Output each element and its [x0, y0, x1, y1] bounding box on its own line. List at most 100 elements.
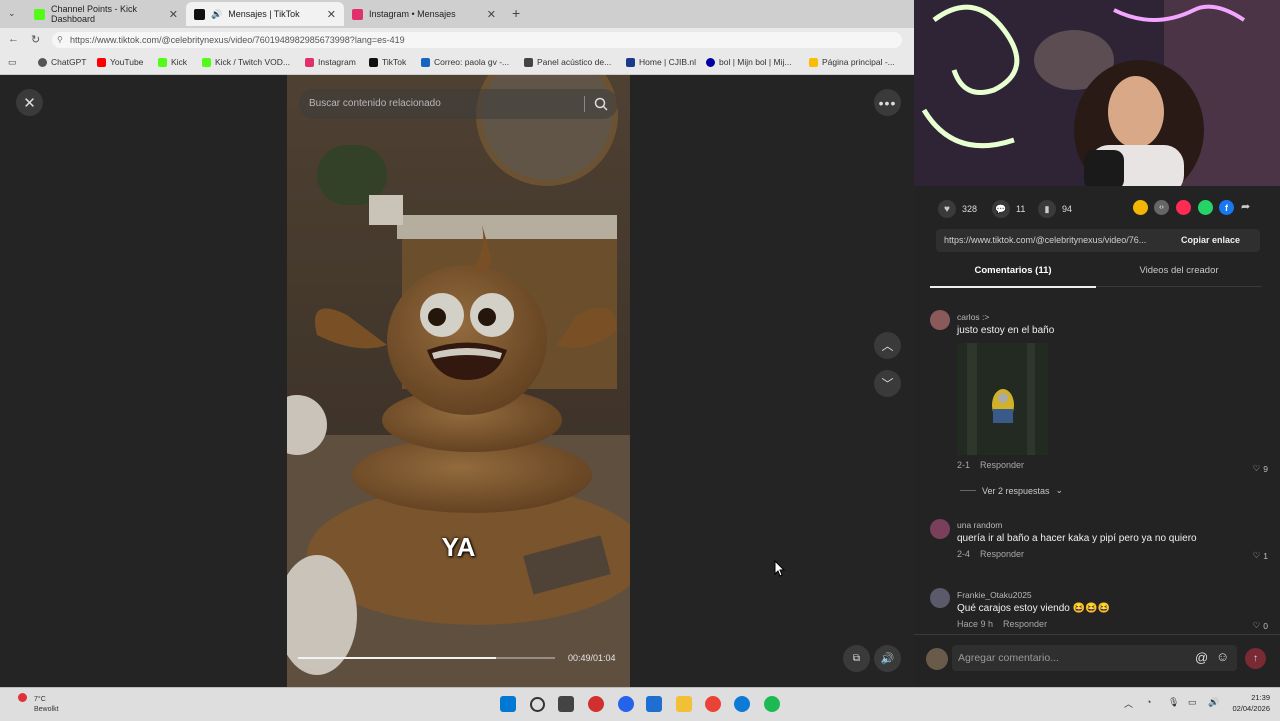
post-comment-button[interactable]: ↑ [1245, 648, 1266, 669]
emoji-icon[interactable]: ☺ [1216, 649, 1229, 664]
bookmark-chatgpt[interactable]: ChatGPT [38, 57, 86, 67]
new-tab-plus-icon[interactable]: + [512, 5, 520, 21]
reply-button[interactable]: Responder [980, 549, 1024, 559]
bookmark-bol[interactable]: bol | Mijn bol | Mij... [706, 57, 791, 67]
avatar[interactable] [930, 588, 950, 608]
url-field[interactable]: ⚲ https://www.tiktok.com/@celebritynexus… [52, 32, 902, 48]
close-viewer-button[interactable]: ✕ [16, 89, 43, 116]
current-user-avatar[interactable] [926, 648, 948, 670]
arrow-up-icon: ↑ [1253, 653, 1258, 664]
address-bar-row: ← ↻ ⚲ https://www.tiktok.com/@celebrityn… [0, 28, 914, 52]
site-info-icon[interactable]: ⚲ [57, 32, 63, 48]
speaker-icon[interactable]: 🔊 [1208, 697, 1219, 708]
close-tab-icon[interactable]: ✕ [487, 8, 496, 21]
add-comment-input[interactable]: Agregar comentario... [958, 652, 1059, 664]
comment-meta: Hace 9 h Responder [957, 619, 1257, 629]
comment-like[interactable]: ♡ 9 [1253, 463, 1268, 474]
view-replies-label: Ver 2 respuestas [982, 485, 1050, 496]
comment-meta: 2-4 Responder [957, 549, 1257, 559]
reply-button[interactable]: Responder [1003, 619, 1047, 629]
store-icon[interactable] [646, 696, 662, 712]
microphone-icon[interactable]: 🎙 [1168, 697, 1179, 708]
more-dots-icon: ••• [878, 94, 897, 111]
reload-icon[interactable]: ↻ [31, 33, 40, 46]
panel-icon [524, 57, 533, 67]
comment-like[interactable]: ♡ 0 [1253, 620, 1268, 631]
edge-icon[interactable] [734, 696, 750, 712]
copy-link-button[interactable]: Copiar enlace [1181, 235, 1240, 245]
avatar[interactable] [930, 310, 950, 330]
video-frame[interactable]: Buscar contenido relacionado YA 00:49/01… [287, 75, 630, 687]
tab-instagram-messages[interactable]: Instagram • Mensajes ✕ [344, 2, 504, 26]
close-icon: ✕ [23, 94, 36, 112]
bookmark-cjib[interactable]: Home | CJIB.nl [626, 57, 696, 67]
bookmark-youtube[interactable]: YouTube [97, 57, 143, 67]
spotify-icon[interactable] [764, 696, 780, 712]
bookmark-kick[interactable]: Kick [158, 57, 187, 67]
comment-username[interactable]: carlos :> [957, 312, 1257, 322]
network-icon[interactable]: ◔ [1146, 697, 1151, 707]
view-replies-button[interactable]: Ver 2 respuestas ⌄ [960, 485, 1063, 496]
share-friends-icon[interactable] [1133, 200, 1148, 215]
next-video-button[interactable]: ﹀ [874, 370, 901, 397]
send-tiktok-icon[interactable] [1176, 200, 1191, 215]
kick-icon [202, 57, 211, 67]
comment-item: una random quería ir al baño a hacer kak… [957, 520, 1257, 559]
comment-date: 2-1 [957, 460, 971, 470]
share-arrow-icon[interactable]: ➦ [1241, 200, 1250, 213]
comment-date: Hace 9 h [957, 619, 994, 629]
mention-icon[interactable]: @ [1195, 650, 1208, 665]
task-view-icon[interactable] [558, 696, 574, 712]
more-options-button[interactable]: ••• [874, 89, 901, 116]
weather-alert-icon [18, 693, 27, 702]
reply-button[interactable]: Responder [980, 460, 1024, 470]
bookmark-kick-twitch-vod[interactable]: Kick / Twitch VOD... [202, 57, 290, 67]
search-icon[interactable] [594, 97, 608, 111]
tab-tiktok-messages[interactable]: 🔊 Mensajes | TikTok ✕ [186, 2, 344, 26]
tab-comments[interactable]: Comentarios (11) [930, 264, 1096, 288]
bookmark-correo[interactable]: Correo: paola gv -... [421, 57, 509, 67]
comment-image[interactable] [957, 343, 1048, 455]
file-explorer-icon[interactable] [676, 696, 692, 712]
avatar[interactable] [930, 519, 950, 539]
search-icon[interactable] [530, 697, 545, 712]
back-arrow-icon[interactable]: ← [8, 33, 19, 45]
tab-comments-label: Comentarios (11) [974, 265, 1052, 276]
display-icon[interactable]: ▭ [1188, 697, 1197, 708]
search-input[interactable]: Buscar contenido relacionado [309, 98, 441, 109]
progress-track[interactable] [298, 657, 555, 659]
bookmark-tiktok[interactable]: TikTok [369, 57, 406, 67]
tab-list-chevron-icon[interactable]: ⌄ [8, 8, 16, 19]
previous-video-button[interactable]: ︿ [874, 332, 901, 359]
sidebar-toggle-icon[interactable]: ▭ [8, 57, 17, 68]
speaker-icon[interactable]: 🔊 [211, 9, 222, 20]
add-comment-box[interactable]: Agregar comentario... @ ☺ [952, 645, 1237, 671]
related-search-box[interactable]: Buscar contenido relacionado [299, 89, 618, 119]
floating-player-button[interactable]: ⧉ [843, 645, 870, 672]
comment-like[interactable]: ♡ 1 [1253, 550, 1268, 561]
clock[interactable]: 21:39 02/04/2026 [1226, 693, 1270, 713]
app-icon[interactable] [618, 696, 634, 712]
whatsapp-icon[interactable] [1198, 200, 1213, 215]
windows-start-icon[interactable] [500, 696, 516, 712]
bookmark-pagina-principal[interactable]: Página principal -... [809, 57, 895, 67]
facebook-icon[interactable]: f [1219, 200, 1234, 215]
bookmark-instagram[interactable]: Instagram [305, 57, 356, 67]
embed-code-icon[interactable]: ‹› [1154, 200, 1169, 215]
close-tab-icon[interactable]: ✕ [169, 8, 178, 21]
comment-username[interactable]: una random [957, 520, 1257, 530]
chrome-icon[interactable] [705, 696, 721, 712]
video-link-text: https://www.tiktok.com/@celebritynexus/v… [944, 235, 1147, 245]
comment-stat[interactable]: 💬 11 [992, 200, 1025, 218]
weather-condition: Bewolkt [34, 706, 59, 713]
bookmark-panel-acustico[interactable]: Panel acústico de... [524, 57, 611, 67]
app-icon[interactable] [588, 696, 604, 712]
tray-chevron-up-icon[interactable]: ︿ [1124, 697, 1133, 710]
like-stat[interactable]: ♥ 328 [938, 200, 977, 218]
tab-creator-videos[interactable]: Videos del creador [1096, 264, 1262, 287]
tab-kick-dashboard[interactable]: Channel Points - Kick Dashboard ✕ [26, 2, 186, 26]
volume-button[interactable]: 🔊 [874, 645, 901, 672]
close-tab-icon[interactable]: ✕ [327, 8, 336, 21]
comment-username[interactable]: Frankie_Otaku2025 [957, 590, 1257, 600]
save-stat[interactable]: ▮ 94 [1038, 200, 1072, 218]
